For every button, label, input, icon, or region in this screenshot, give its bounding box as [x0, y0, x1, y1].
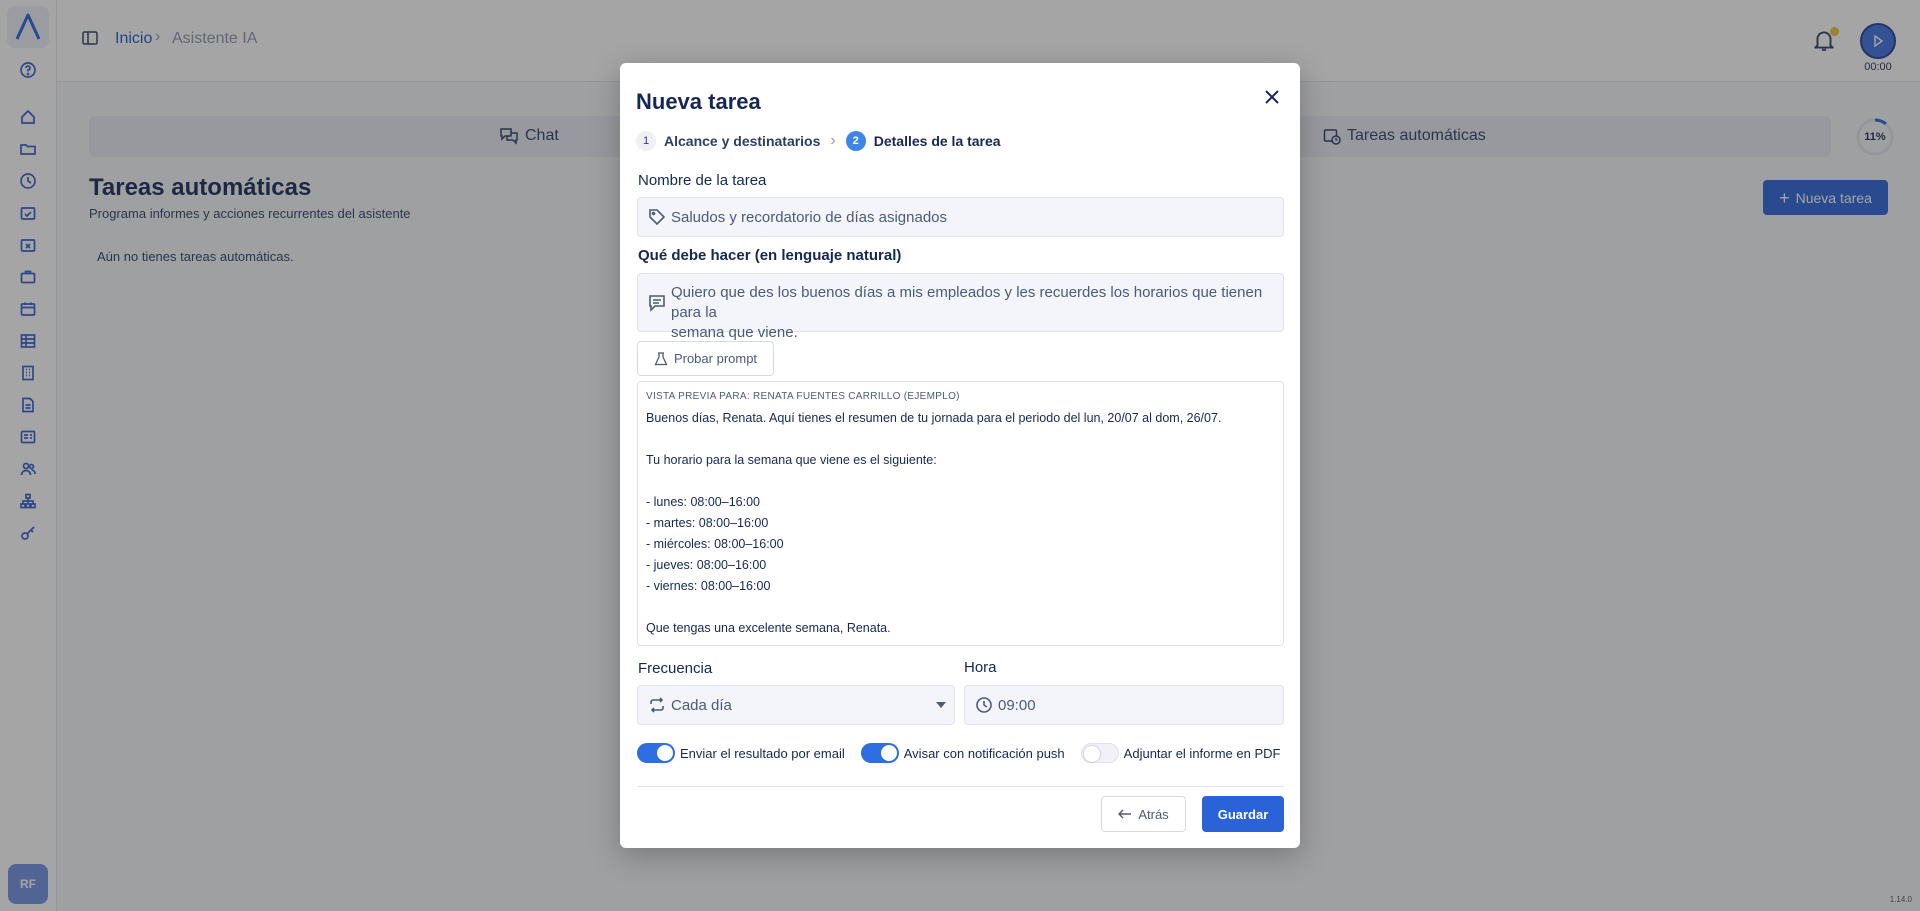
repeat-icon [648, 696, 666, 714]
clock-icon [975, 696, 993, 714]
pdf-option: Adjuntar el informe en PDF [1080, 743, 1281, 763]
test-prompt-label: Probar prompt [673, 351, 758, 366]
arrow-left-icon [1118, 809, 1132, 819]
footer-divider [637, 786, 1284, 787]
push-option: Avisar con notificación push [860, 743, 1065, 763]
email-toggle[interactable] [637, 743, 675, 763]
message-icon [648, 294, 666, 312]
stepper: 1 Alcance y destinatarios › 2 Detalles d… [636, 131, 1001, 151]
time-value: 09:00 [998, 697, 1036, 714]
preview-line: Que tengas una excelente semana, Renata. [646, 621, 891, 635]
instructions-label: Qué debe hacer (en lenguaje natural) [638, 247, 902, 264]
step-1-number[interactable]: 1 [636, 131, 656, 151]
flask-icon [654, 351, 668, 365]
preview-line: Tu horario para la semana que viene es e… [646, 453, 937, 467]
pdf-toggle-label: Adjuntar el informe en PDF [1123, 745, 1281, 761]
email-option: Enviar el resultado por email [637, 743, 845, 763]
task-name-value: Saludos y recordatorio de días asignados [671, 209, 948, 226]
dropdown-arrow-icon [936, 702, 946, 708]
preview-line: - viernes: 08:00–16:00 [646, 579, 771, 593]
preview-heading: VISTA PREVIA PARA: RENATA FUENTES CARRIL… [646, 391, 960, 402]
preview-line: Buenos días, Renata. Aquí tienes el resu… [646, 411, 1222, 425]
step-2-number[interactable]: 2 [845, 131, 866, 151]
task-name-label: Nombre de la tarea [638, 172, 767, 189]
instructions-line-2: semana que viene. [671, 324, 798, 341]
pdf-toggle[interactable] [1080, 743, 1119, 763]
frequency-value: Cada día [671, 697, 732, 714]
push-toggle-label: Avisar con notificación push [903, 745, 1065, 761]
options-row: Enviar el resultado por email Avisar con… [637, 743, 1296, 763]
back-button[interactable]: Atrás [1101, 796, 1186, 832]
preview-line: - lunes: 08:00–16:00 [646, 495, 760, 509]
preview-line: - martes: 08:00–16:00 [646, 516, 769, 530]
step-1-label[interactable]: Alcance y destinatarios [664, 133, 820, 149]
step-2-label[interactable]: Detalles de la tarea [874, 133, 1001, 149]
time-input[interactable]: 09:00 [964, 685, 1284, 725]
test-prompt-button[interactable]: Probar prompt [637, 341, 774, 376]
save-button[interactable]: Guardar [1202, 796, 1284, 832]
instructions-textarea[interactable]: Quiero que des los buenos días a mis emp… [637, 273, 1284, 341]
close-icon[interactable] [1262, 87, 1282, 107]
frequency-label: Frecuencia [638, 660, 713, 677]
back-button-label: Atrás [1138, 806, 1169, 822]
preview-line: - miércoles: 08:00–16:00 [646, 537, 784, 551]
new-task-dialog: Nueva tarea 1 Alcance y destinatarios › … [620, 63, 1300, 848]
preview-line: - jueves: 08:00–16:00 [646, 558, 767, 572]
tag-icon [648, 208, 666, 226]
dialog-title: Nueva tarea [636, 89, 761, 114]
email-toggle-label: Enviar el resultado por email [680, 745, 845, 761]
chevron-right-icon: › [830, 132, 836, 149]
instructions-line-1: Quiero que des los buenos días a mis emp… [671, 284, 1263, 321]
frequency-select[interactable]: Cada día [637, 685, 955, 725]
time-label: Hora [964, 659, 997, 676]
push-toggle[interactable] [860, 743, 899, 763]
task-name-input[interactable]: Saludos y recordatorio de días asignados [637, 197, 1284, 237]
preview-panel: VISTA PREVIA PARA: RENATA FUENTES CARRIL… [637, 381, 1284, 646]
